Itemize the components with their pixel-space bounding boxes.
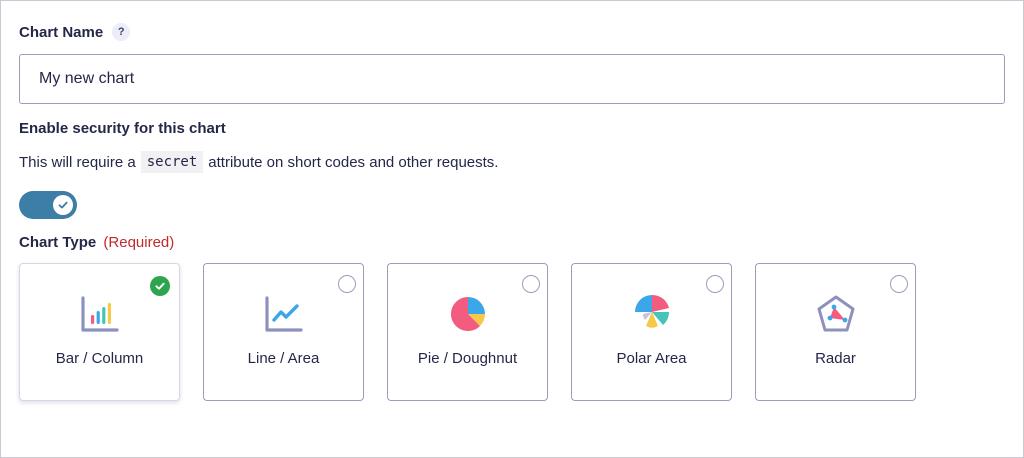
chart-type-label-radar: Radar xyxy=(815,350,856,367)
chart-type-card-radar[interactable]: Radar xyxy=(755,263,916,401)
security-description: This will require a secret attribute on … xyxy=(19,151,498,173)
radar-chart-icon xyxy=(817,295,854,332)
help-icon[interactable]: ? xyxy=(112,23,131,41)
chart-type-label-line-area: Line / Area xyxy=(247,350,320,367)
checkmark-icon xyxy=(58,201,68,209)
chart-type-label-bar-column: Bar / Column xyxy=(55,350,144,367)
security-desc-before: This will require a xyxy=(19,153,136,171)
toggle-knob xyxy=(53,195,73,215)
chart-name-label-row: Chart Name ? xyxy=(19,23,131,41)
security-toggle[interactable] xyxy=(19,191,77,219)
chart-type-label-text: Chart Type xyxy=(19,234,97,251)
chart-type-card-pie-doughnut[interactable]: Pie / Doughnut xyxy=(387,263,548,401)
chart-name-label: Chart Name xyxy=(19,23,104,41)
chart-type-label: Chart Type (Required) xyxy=(19,234,174,251)
chart-type-card-polar-area[interactable]: Polar Area xyxy=(571,263,732,401)
required-indicator: (Required) xyxy=(103,234,175,251)
radio-button[interactable] xyxy=(890,275,908,293)
security-title: Enable security for this chart xyxy=(19,120,226,137)
chart-name-input[interactable] xyxy=(19,54,1005,104)
selected-check-icon xyxy=(150,276,170,296)
chart-type-options: Bar / Column Line / Area Pie / Doughnut xyxy=(19,263,916,401)
bar-chart-icon xyxy=(80,296,119,332)
polar-area-chart-icon xyxy=(634,294,669,328)
line-chart-icon xyxy=(264,296,303,332)
chart-type-label-polar-area: Polar Area xyxy=(616,350,687,367)
secret-code: secret xyxy=(140,151,204,173)
pie-chart-icon xyxy=(450,296,485,331)
chart-settings-panel: Chart Name ? Enable security for this ch… xyxy=(0,0,1024,458)
chart-type-card-line-area[interactable]: Line / Area xyxy=(203,263,364,401)
radio-button[interactable] xyxy=(522,275,540,293)
chart-type-card-bar-column[interactable]: Bar / Column xyxy=(19,263,180,401)
radio-button[interactable] xyxy=(338,275,356,293)
chart-type-label-pie-doughnut: Pie / Doughnut xyxy=(417,350,518,367)
security-desc-after: attribute on short codes and other reque… xyxy=(208,153,499,171)
radio-button[interactable] xyxy=(706,275,724,293)
